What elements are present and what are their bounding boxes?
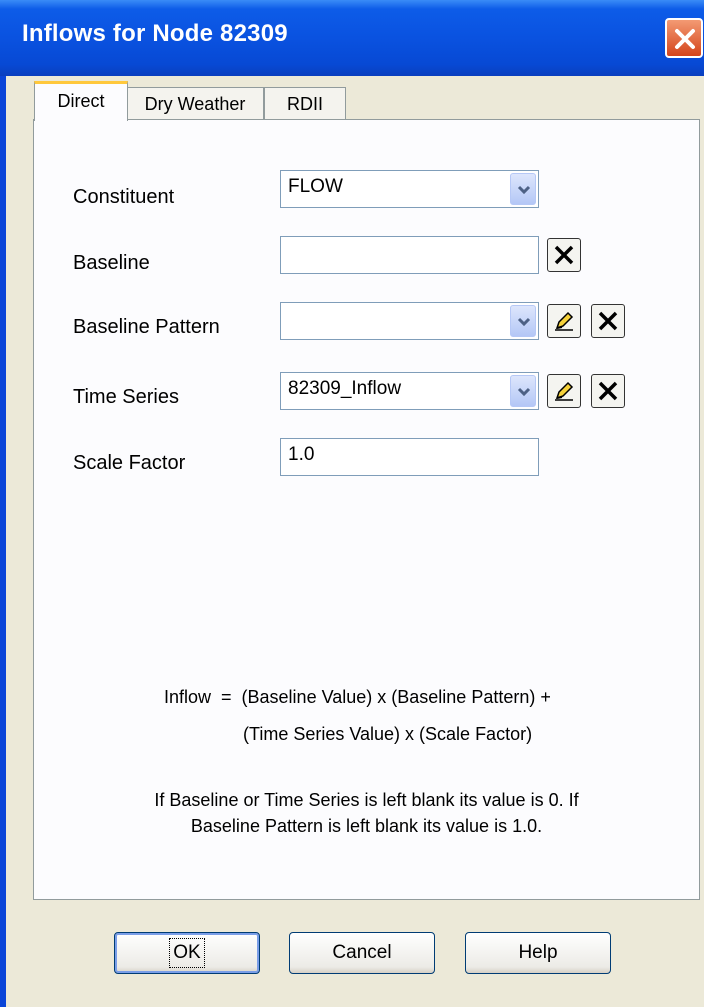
ok-button[interactable]: OK	[114, 932, 260, 974]
time-series-dropdown-button[interactable]	[510, 375, 536, 407]
clear-x-icon	[554, 245, 574, 265]
clear-x-icon	[598, 311, 618, 331]
tab-rdii[interactable]: RDII	[264, 87, 346, 120]
scale-factor-value: 1.0	[288, 444, 315, 465]
constituent-value: FLOW	[288, 176, 343, 197]
chevron-down-icon	[517, 387, 531, 397]
baseline-pattern-label: Baseline Pattern	[73, 316, 220, 338]
baseline-label: Baseline	[73, 252, 150, 274]
baseline-pattern-select[interactable]	[280, 302, 539, 340]
cancel-button[interactable]: Cancel	[289, 932, 435, 974]
edit-pencil-icon	[555, 381, 574, 401]
ok-button-label: OK	[169, 938, 205, 968]
help-button[interactable]: Help	[465, 932, 611, 974]
constituent-dropdown-button[interactable]	[510, 173, 536, 205]
baseline-pattern-edit-button[interactable]	[547, 304, 581, 338]
formula-line-2: (Time Series Value) x (Scale Factor)	[243, 724, 533, 744]
close-x-icon	[675, 29, 695, 49]
cancel-button-label: Cancel	[332, 942, 392, 963]
dialog-body: Direct Dry Weather RDII Constituent FLOW…	[6, 76, 704, 1007]
scale-factor-input[interactable]: 1.0	[280, 438, 539, 476]
baseline-pattern-clear-button[interactable]	[591, 304, 625, 338]
baseline-input[interactable]	[280, 236, 539, 274]
help-button-label: Help	[518, 942, 558, 963]
tab-rdii-label: RDII	[287, 94, 323, 114]
clear-x-icon	[598, 381, 618, 401]
time-series-value: 82309_Inflow	[288, 378, 402, 399]
constituent-label: Constituent	[73, 186, 175, 208]
chevron-down-icon	[517, 185, 531, 195]
baseline-pattern-dropdown-button[interactable]	[510, 305, 536, 337]
tab-dry-weather-label: Dry Weather	[144, 94, 246, 114]
window-title: Inflows for Node 82309	[22, 20, 288, 47]
title-bar[interactable]: Inflows for Node 82309	[0, 0, 704, 76]
tab-direct[interactable]: Direct	[34, 81, 128, 121]
baseline-clear-button[interactable]	[547, 238, 581, 272]
time-series-label: Time Series	[73, 386, 179, 408]
edit-pencil-icon	[555, 311, 574, 331]
formula-line-1: Inflow = (Baseline Value) x (Baseline Pa…	[164, 687, 551, 707]
blank-value-note-line-1: If Baseline or Time Series is left blank…	[154, 790, 579, 810]
chevron-down-icon	[517, 317, 531, 327]
tab-dry-weather[interactable]: Dry Weather	[126, 87, 264, 120]
time-series-edit-button[interactable]	[547, 374, 581, 408]
constituent-select[interactable]: FLOW	[280, 170, 539, 208]
blank-value-note-line-2: Baseline Pattern is left blank its value…	[190, 816, 543, 836]
time-series-clear-button[interactable]	[591, 374, 625, 408]
scale-factor-label: Scale Factor	[73, 452, 186, 474]
dialog-window: Inflows for Node 82309 Direct Dry Weathe…	[0, 0, 704, 1007]
time-series-select[interactable]: 82309_Inflow	[280, 372, 539, 410]
close-button[interactable]	[665, 18, 703, 58]
tab-direct-label: Direct	[57, 91, 105, 111]
